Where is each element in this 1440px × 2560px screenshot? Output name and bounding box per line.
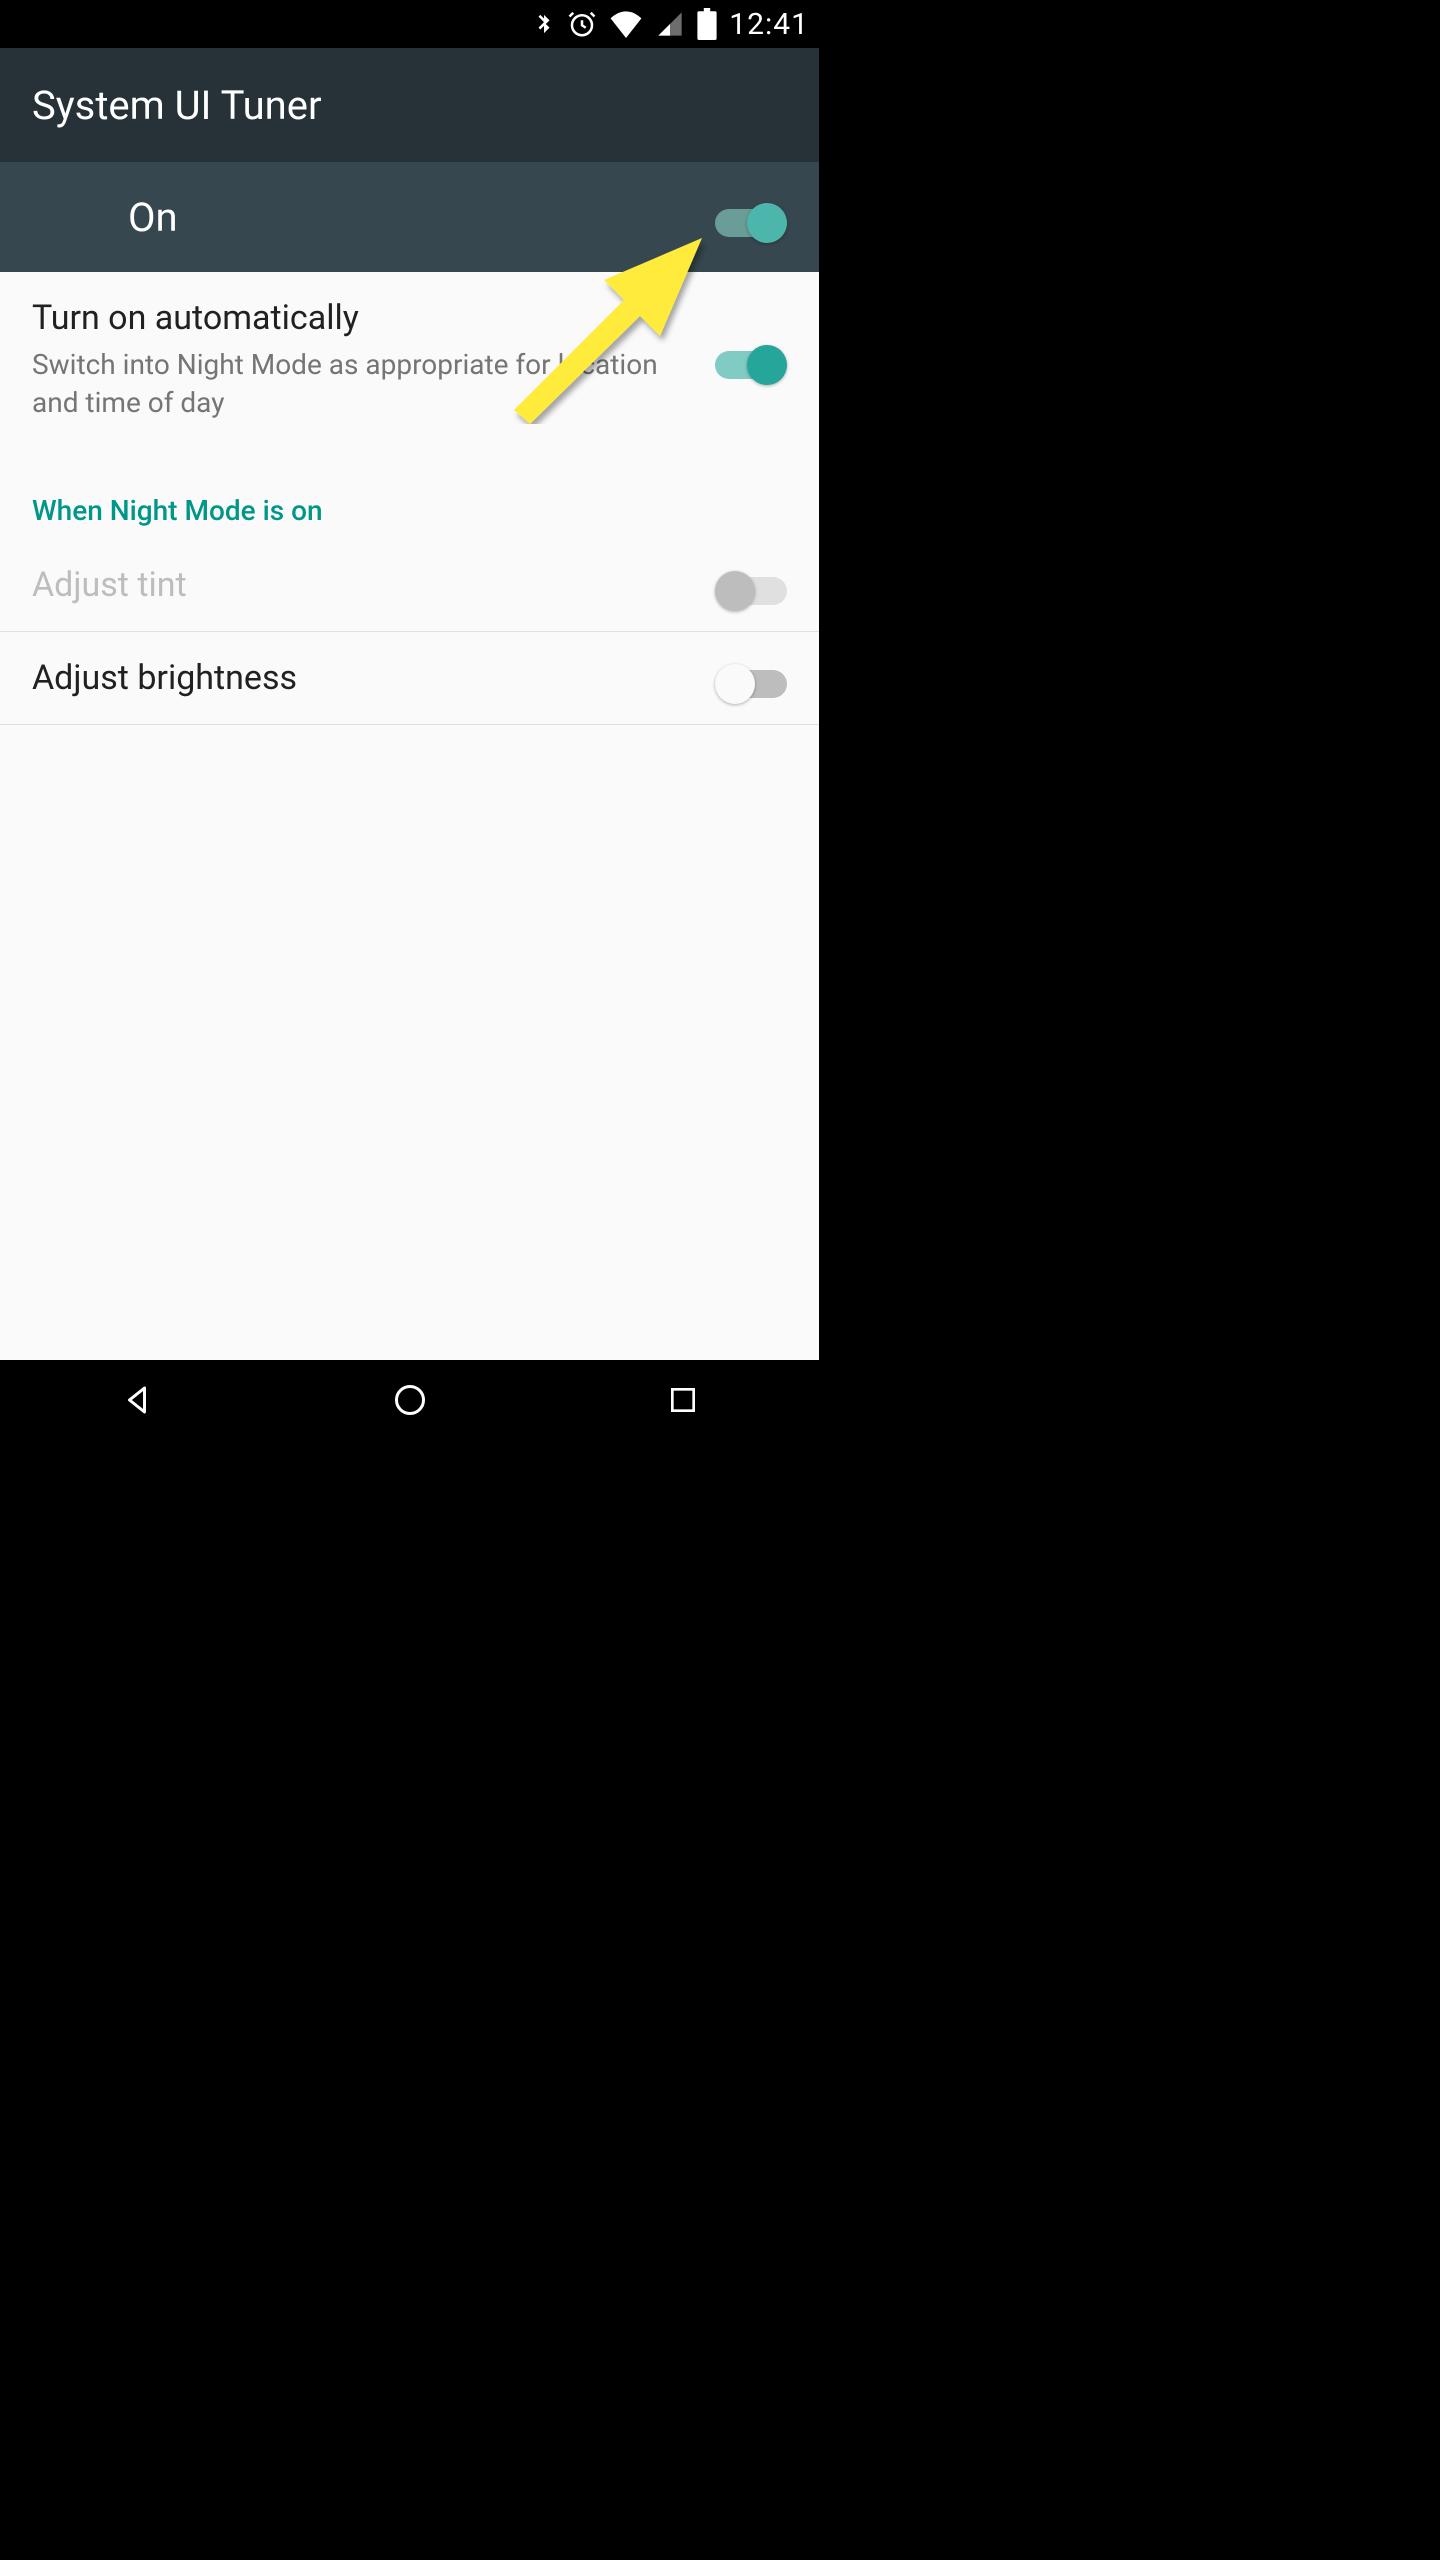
adjust-tint-row: Adjust tint [0, 539, 819, 631]
turn-on-automatically-switch[interactable] [715, 339, 787, 379]
alarm-icon [567, 9, 597, 39]
adjust-tint-title: Adjust tint [32, 563, 691, 607]
section-header-text: When Night Mode is on [32, 494, 323, 527]
master-toggle-label: On [128, 194, 178, 241]
nav-recent-button[interactable] [653, 1370, 713, 1430]
adjust-brightness-switch[interactable] [715, 658, 787, 698]
status-clock: 12:41 [729, 7, 809, 42]
adjust-brightness-text: Adjust brightness [32, 656, 715, 700]
turn-on-automatically-title: Turn on automatically [32, 296, 691, 340]
battery-icon [697, 8, 717, 40]
adjust-brightness-row[interactable]: Adjust brightness [0, 632, 819, 724]
app-bar: System UI Tuner [0, 48, 819, 162]
navigation-bar [0, 1360, 819, 1440]
divider [0, 724, 819, 725]
page-title: System UI Tuner [32, 82, 322, 129]
wifi-icon [609, 10, 643, 38]
screen: 12:41 System UI Tuner On Turn on automat… [0, 0, 819, 1440]
cellular-signal-icon [655, 10, 685, 38]
adjust-brightness-title: Adjust brightness [32, 656, 691, 700]
master-toggle-row[interactable]: On [0, 162, 819, 272]
bluetooth-icon [533, 7, 555, 41]
adjust-tint-switch [715, 565, 787, 605]
nav-home-button[interactable] [380, 1370, 440, 1430]
adjust-tint-text: Adjust tint [32, 563, 715, 607]
settings-content: Turn on automatically Switch into Night … [0, 272, 819, 1360]
turn-on-automatically-row[interactable]: Turn on automatically Switch into Night … [0, 272, 819, 446]
section-header: When Night Mode is on [0, 446, 819, 539]
turn-on-automatically-text: Turn on automatically Switch into Night … [32, 296, 715, 422]
status-bar: 12:41 [0, 0, 819, 48]
turn-on-automatically-subtitle: Switch into Night Mode as appropriate fo… [32, 346, 691, 422]
master-toggle-switch[interactable] [715, 197, 787, 237]
nav-back-button[interactable] [107, 1370, 167, 1430]
